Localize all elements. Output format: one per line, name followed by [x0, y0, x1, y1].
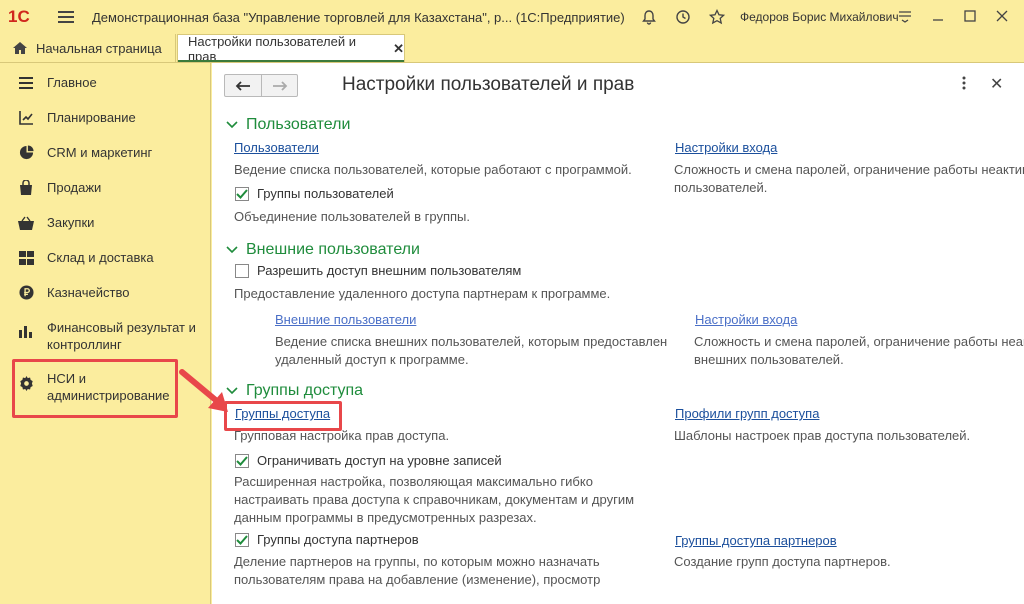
record-level-access-checkbox[interactable]: Ограничивать доступ на уровне записей [235, 453, 502, 468]
tabs-bar: Начальная страница Настройки пользовател… [0, 33, 1024, 64]
record-level-description-2: настраивать права доступа к справочникам… [234, 492, 635, 507]
main-menu-icon[interactable] [58, 11, 74, 23]
sidebar-item-warehouse[interactable]: Склад и доставка [0, 249, 210, 266]
current-user[interactable]: Федоров Борис Михайлович [740, 10, 899, 24]
app-title: Демонстрационная база "Управление торгов… [92, 9, 625, 25]
home-icon [13, 42, 27, 54]
sidebar-item-planning[interactable]: Планирование [0, 109, 210, 126]
section-external-header[interactable]: Внешние пользователи [226, 241, 420, 259]
access-groups-description: Групповая настройка прав доступа. [234, 428, 450, 443]
sidebar-item-financial[interactable]: Финансовый результат и контроллинг [0, 319, 210, 353]
record-level-description-1: Расширенная настройка, позволяющая макси… [234, 474, 593, 489]
access-group-profiles-description: Шаблоны настроек прав доступа пользовате… [674, 428, 971, 443]
sidebar-item-label: Закупки [47, 215, 95, 230]
sidebar-item-label: Планирование [47, 110, 136, 125]
page-title: Настройки пользователей и прав [342, 74, 635, 95]
partner-groups-description-2: пользователям права на добавление (измен… [234, 572, 601, 587]
checkbox-checked-icon [235, 186, 249, 201]
allow-external-checkbox[interactable]: Разрешить доступ внешним пользователям [235, 263, 521, 278]
tab-home[interactable]: Начальная страница [0, 34, 176, 62]
close-form-icon[interactable]: ✕ [990, 74, 1003, 94]
section-title: Пользователи [246, 116, 351, 133]
navigation-buttons [224, 74, 298, 97]
more-actions-icon[interactable] [962, 76, 970, 93]
tab-home-label: Начальная страница [36, 40, 162, 56]
favorites-star-icon[interactable] [708, 8, 726, 26]
annotation-arrow [179, 369, 228, 412]
checkbox-label: Группы пользователей [257, 186, 394, 201]
coin-icon [18, 285, 34, 301]
settings-menu-icon[interactable] [898, 9, 912, 26]
chevron-down-icon [226, 246, 238, 254]
shopping-bag-icon [18, 179, 34, 196]
sidebar-item-label: Финансовый результат и контроллинг [47, 320, 196, 352]
maximize-icon[interactable] [964, 9, 976, 25]
user-groups-checkbox[interactable]: Группы пользователей [235, 186, 394, 201]
checkbox-checked-icon [235, 453, 249, 468]
close-tab-icon[interactable]: ✕ [393, 41, 404, 57]
sidebar-item-crm[interactable]: CRM и маркетинг [0, 144, 210, 161]
external-users-description-2: удаленный доступ к программе. [275, 352, 469, 367]
sidebar-item-sales[interactable]: Продажи [0, 179, 210, 196]
allow-external-description: Предоставление удаленного доступа партне… [234, 286, 611, 301]
external-login-description-2: внешних пользователей. [694, 352, 844, 367]
sidebar-item-treasury[interactable]: Казначейство [0, 284, 210, 301]
sidebar-item-label: Казначейство [47, 285, 130, 300]
section-title: Внешние пользователи [246, 241, 420, 258]
external-login-description: Сложность и смена паролей, ограничение р… [694, 334, 1024, 349]
checkbox-label: Ограничивать доступ на уровне записей [257, 453, 502, 468]
chevron-down-icon [226, 121, 238, 129]
checkbox-label: Группы доступа партнеров [257, 532, 419, 547]
sidebar-item-label: Главное [47, 75, 97, 90]
warehouse-icon [18, 250, 34, 266]
section-users-header[interactable]: Пользователи [226, 116, 350, 134]
sidebar-item-label: Продажи [47, 180, 102, 195]
sidebar: Главное Планирование CRM и маркетинг Про… [0, 63, 211, 604]
section-title: Группы доступа [246, 382, 364, 399]
history-icon[interactable] [674, 8, 692, 26]
external-login-settings-link[interactable]: Настройки входа [695, 312, 797, 327]
checkbox-label: Разрешить доступ внешним пользователям [257, 263, 522, 278]
login-settings-description-2: пользователей. [674, 180, 768, 195]
sidebar-item-main[interactable]: Главное [0, 74, 210, 91]
user-groups-description: Объединение пользователей в группы. [234, 209, 470, 224]
checkbox-unchecked-icon [235, 263, 249, 278]
sidebar-item-purchases[interactable]: Закупки [0, 214, 210, 231]
annotation-highlight-admin [12, 359, 178, 418]
pie-chart-icon [18, 145, 34, 161]
login-settings-description: Сложность и смена паролей, ограничение р… [674, 162, 1024, 177]
partner-groups-description-1: Деление партнеров на группы, по которым … [234, 554, 600, 569]
checkbox-checked-icon [235, 532, 249, 547]
minimize-icon[interactable] [932, 10, 944, 25]
login-settings-link[interactable]: Настройки входа [675, 140, 777, 155]
back-arrow-icon[interactable] [225, 75, 261, 96]
app-logo: 1С [8, 7, 30, 26]
tab-user-settings-label: Настройки пользователей и прав [188, 33, 357, 64]
menu-icon [18, 75, 34, 91]
partner-access-groups-checkbox[interactable]: Группы доступа партнеров [235, 532, 419, 547]
external-users-link[interactable]: Внешние пользователи [275, 312, 416, 327]
users-description: Ведение списка пользователей, которые ра… [234, 162, 632, 177]
close-window-icon[interactable] [996, 10, 1008, 25]
record-level-description-3: данным программы в предусмотренных разре… [234, 510, 537, 525]
sidebar-item-label: Склад и доставка [47, 250, 154, 265]
forward-arrow-icon[interactable] [261, 75, 297, 96]
bell-icon[interactable] [640, 8, 658, 26]
external-users-description: Ведение списка внешних пользователей, ко… [275, 334, 668, 349]
sidebar-item-label: CRM и маркетинг [47, 145, 153, 160]
access-group-profiles-link[interactable]: Профили групп доступа [675, 406, 819, 421]
section-access-groups-header[interactable]: Группы доступа [226, 382, 363, 400]
partner-access-groups-description: Создание групп доступа партнеров. [674, 554, 891, 569]
planning-icon [18, 110, 34, 126]
partner-access-groups-link[interactable]: Группы доступа партнеров [675, 533, 837, 548]
tab-user-settings[interactable]: Настройки пользователей и прав ✕ [177, 33, 405, 64]
basket-icon [18, 215, 34, 231]
users-link[interactable]: Пользователи [234, 140, 319, 155]
title-bar: 1С Демонстрационная база "Управление тор… [0, 0, 1024, 34]
bar-chart-icon [18, 323, 34, 339]
main-panel: Настройки пользователей и прав ✕ Пользов… [212, 63, 1024, 604]
